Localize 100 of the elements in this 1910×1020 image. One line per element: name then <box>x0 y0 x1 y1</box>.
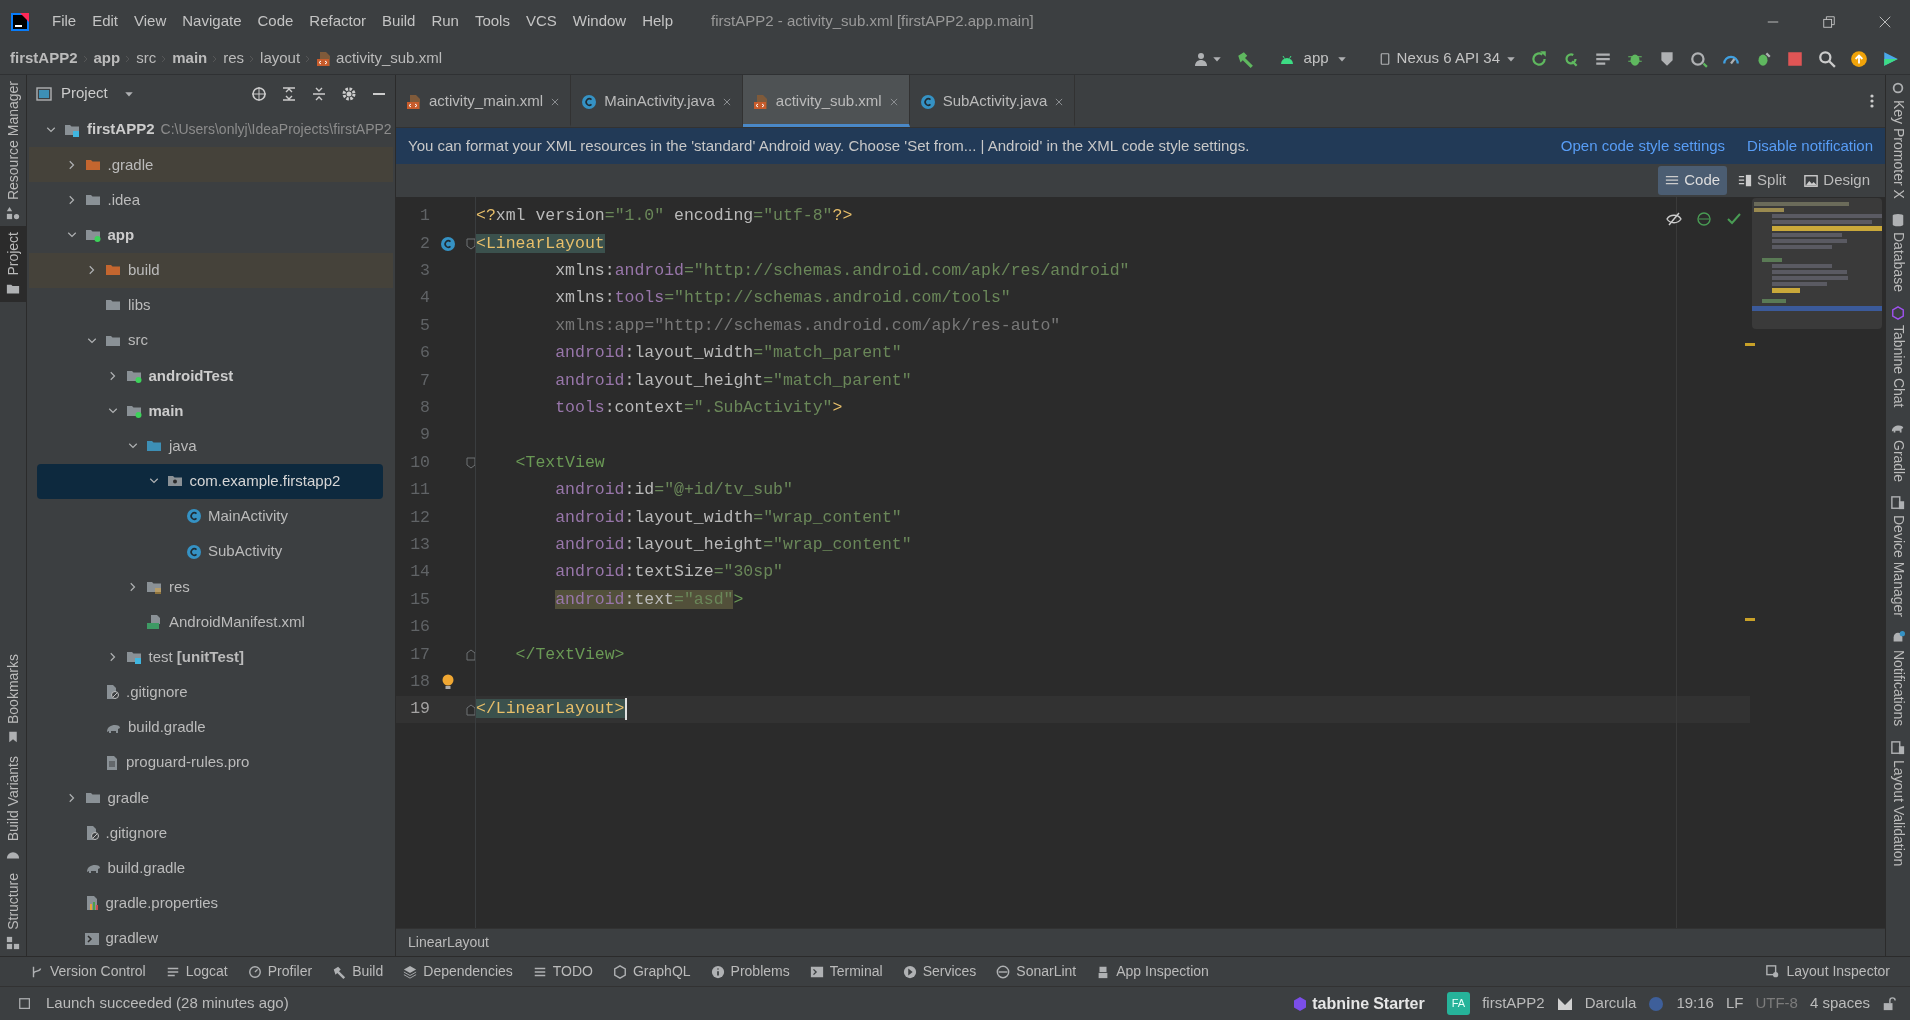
tree-item[interactable]: main <box>148 399 184 423</box>
view-mode-button[interactable]: Design <box>1797 166 1877 195</box>
lightbulb-icon[interactable] <box>441 673 455 692</box>
tree-item[interactable]: app <box>107 223 135 247</box>
tree-item[interactable]: firstAPP2 <box>87 118 155 141</box>
tool-window-button[interactable]: Layout Inspector <box>1766 961 1910 982</box>
breadcrumb-item[interactable]: main <box>172 47 208 70</box>
menu-item[interactable]: Build <box>374 10 424 33</box>
view-mode-button[interactable]: Split <box>1731 166 1794 195</box>
collapse-all-icon[interactable] <box>311 85 327 102</box>
tree-item[interactable]: .gradle <box>107 153 154 176</box>
tool-window-tab[interactable]: Structure <box>2 873 24 930</box>
tree-item[interactable]: src <box>128 329 148 352</box>
tree-item[interactable]: build <box>128 259 160 282</box>
run-configuration-dropdown[interactable]: app <box>1303 47 1329 70</box>
close-icon[interactable] <box>1054 96 1065 107</box>
expand-all-icon[interactable] <box>281 85 297 102</box>
indent-setting[interactable]: 4 spaces <box>1809 992 1870 1015</box>
project-name[interactable]: firstAPP2 <box>1482 992 1545 1015</box>
target-icon[interactable] <box>251 85 267 102</box>
close-icon[interactable] <box>1878 14 1892 29</box>
tool-window-tab[interactable]: Database <box>1887 231 1909 292</box>
tool-window-tab[interactable]: Bookmarks <box>2 653 24 724</box>
menu-item[interactable]: VCS <box>517 10 565 33</box>
tool-window-button[interactable]: Services <box>902 961 977 982</box>
tool-window-tab[interactable]: Gradle <box>1887 440 1909 483</box>
tool-window-button[interactable]: Terminal <box>809 961 883 982</box>
tree-item[interactable]: .gitignore <box>105 821 168 845</box>
editor-breadcrumb[interactable]: LinearLayout <box>408 932 489 953</box>
warning-marker[interactable] <box>1745 343 1755 346</box>
status-dot-icon[interactable] <box>1648 995 1665 1012</box>
tree-item[interactable]: libs <box>128 294 151 317</box>
menu-item[interactable]: Edit <box>84 10 127 33</box>
tree-item[interactable]: build.gradle <box>128 716 206 739</box>
shield-icon[interactable] <box>1658 49 1676 68</box>
tool-window-button[interactable]: Build <box>332 961 384 982</box>
tool-window-tab[interactable]: Key Promoter X <box>1887 100 1909 199</box>
restore-icon[interactable] <box>1822 14 1836 29</box>
panel-toggle-icon[interactable] <box>18 996 32 1011</box>
tool-window-button[interactable]: Problems <box>710 961 790 982</box>
tool-window-button[interactable]: App Inspection <box>1096 961 1209 982</box>
tree-item[interactable]: java <box>169 434 197 458</box>
tree-item[interactable]: proguard-rules.pro <box>126 751 250 774</box>
search-icon[interactable] <box>1818 49 1836 68</box>
editor-tab[interactable]: activity_sub.xml <box>742 75 910 127</box>
line-separator[interactable]: LF <box>1725 992 1744 1015</box>
tool-window-tab[interactable]: Device Manager <box>1887 515 1909 618</box>
breadcrumb-item[interactable]: res <box>223 47 245 70</box>
tree-item[interactable]: MainActivity <box>208 505 289 528</box>
tree-item[interactable]: test [unitTest] <box>148 645 245 669</box>
breadcrumb-item[interactable]: layout <box>260 47 301 70</box>
tool-window-button[interactable]: Version Control <box>30 961 146 982</box>
view-mode-button[interactable]: Code <box>1658 166 1728 195</box>
close-icon[interactable] <box>888 96 899 107</box>
eye-slash-icon[interactable] <box>1666 211 1682 227</box>
breadcrumb-item[interactable]: src <box>136 47 157 70</box>
menu-item[interactable]: Help <box>634 10 682 33</box>
tree-item[interactable]: build.gradle <box>107 856 186 880</box>
menu-item[interactable]: Code <box>249 10 302 33</box>
menu-item[interactable]: Run <box>423 10 467 33</box>
tree-item[interactable]: gradle.properties <box>105 892 219 915</box>
panel-title[interactable]: Project <box>61 82 108 105</box>
tree-item[interactable]: .gitignore <box>126 681 188 704</box>
fold-icon[interactable] <box>466 238 476 251</box>
tree-item[interactable]: res <box>169 575 190 599</box>
tool-window-button[interactable]: GraphQL <box>613 961 691 982</box>
fold-icon[interactable] <box>466 648 476 661</box>
user-icon[interactable] <box>1193 50 1210 67</box>
editor-tab[interactable]: MainActivity.java <box>571 75 743 127</box>
close-icon[interactable] <box>550 96 561 107</box>
menu-item[interactable]: File <box>44 10 85 33</box>
settings-icon[interactable] <box>341 85 357 102</box>
menu-item[interactable]: View <box>126 10 175 33</box>
assistant-icon[interactable] <box>1882 49 1900 68</box>
fold-icon[interactable] <box>466 703 476 716</box>
tree-item[interactable]: androidTest <box>148 364 234 388</box>
notification-link[interactable]: Open code style settings <box>1560 134 1726 158</box>
tool-window-button[interactable]: Profiler <box>247 961 313 982</box>
tool-window-tab[interactable]: Layout Validation <box>1887 759 1909 866</box>
tool-window-button[interactable]: Dependencies <box>403 961 513 982</box>
rerun-icon[interactable] <box>1530 49 1548 68</box>
tool-window-button[interactable]: Logcat <box>165 961 228 982</box>
tree-item[interactable]: gradle <box>107 786 150 810</box>
update-icon[interactable] <box>1850 49 1868 68</box>
unlock-icon[interactable] <box>1882 996 1896 1011</box>
device-dropdown[interactable]: Nexus 6 API 34 <box>1396 47 1500 70</box>
plan-label[interactable]: Starter <box>1373 991 1425 1016</box>
notification-link[interactable]: Disable notification <box>1747 134 1873 158</box>
tool-window-button[interactable]: TODO <box>532 961 593 982</box>
stop-icon[interactable] <box>1786 49 1804 68</box>
tool-window-tab[interactable]: Build Variants <box>2 755 24 842</box>
tree-item[interactable]: SubActivity <box>208 540 283 563</box>
menu-item[interactable]: Tools <box>466 10 518 33</box>
menu-item[interactable]: Refactor <box>301 10 375 33</box>
hammer-icon[interactable] <box>1235 49 1254 68</box>
tool-window-tab[interactable]: Notifications <box>1887 650 1909 727</box>
tree-item[interactable]: gradlew <box>105 927 159 950</box>
theme-name[interactable]: Darcula <box>1584 992 1637 1015</box>
breadcrumb-item[interactable]: firstAPP2 <box>10 47 78 70</box>
close-icon[interactable] <box>721 96 732 107</box>
